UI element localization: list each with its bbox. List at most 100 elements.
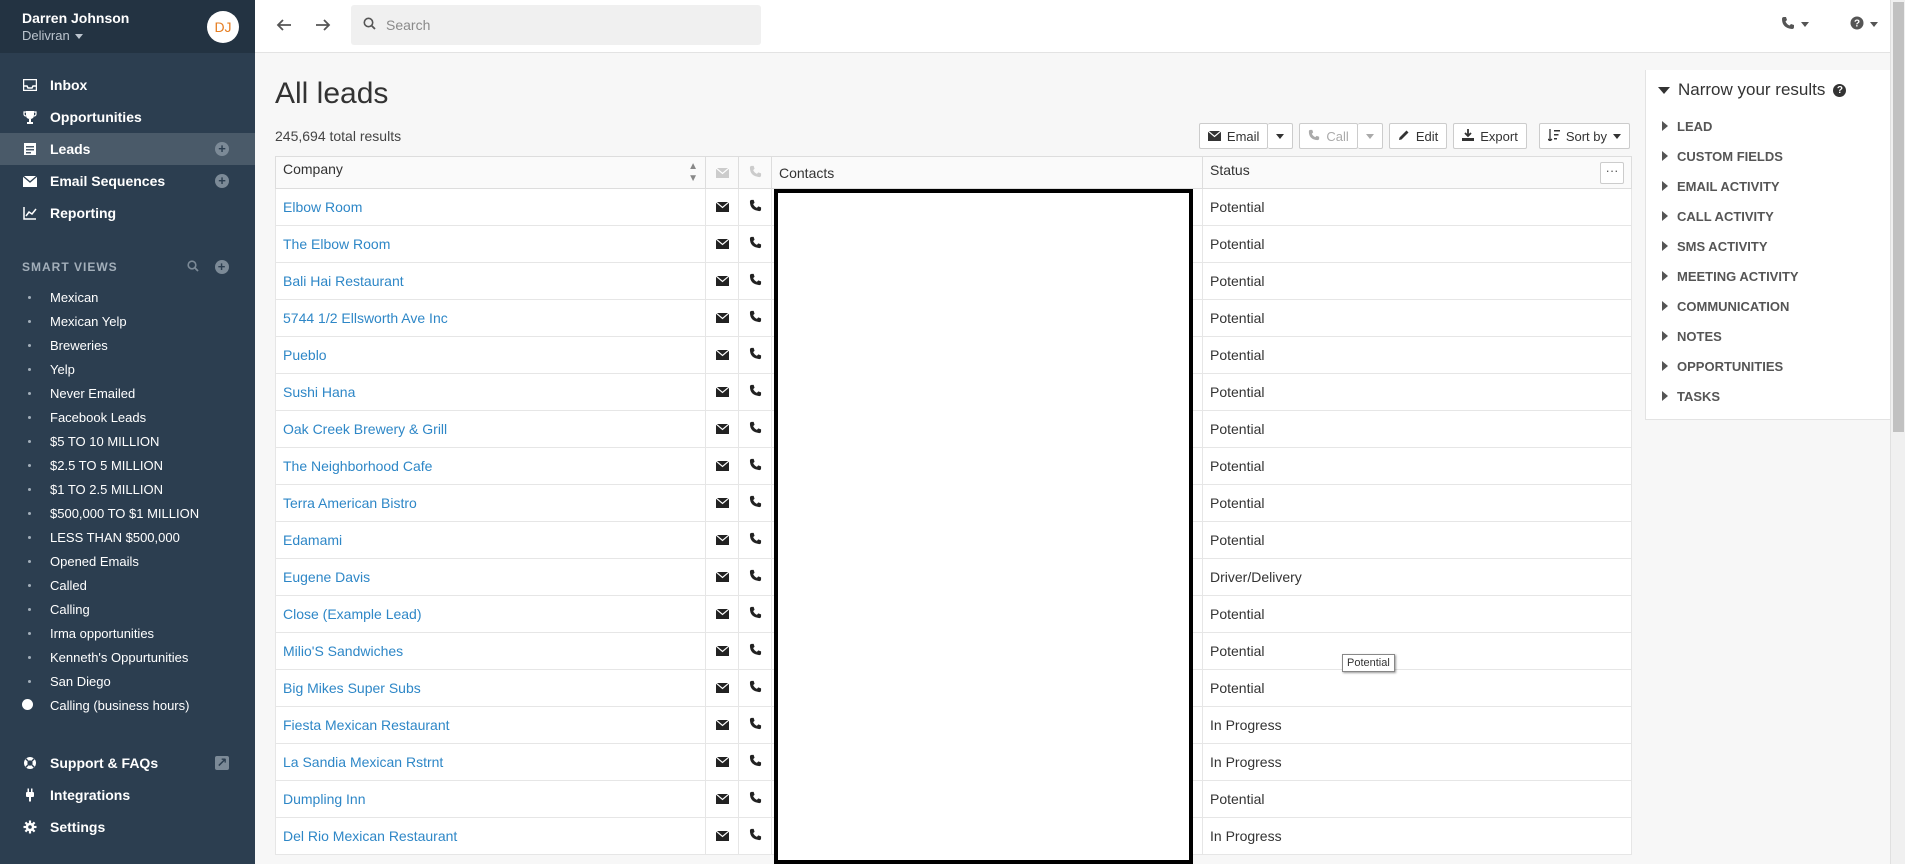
call-button[interactable]: Call bbox=[1299, 123, 1358, 149]
email-cell[interactable] bbox=[705, 521, 739, 559]
avatar[interactable]: DJ bbox=[207, 10, 239, 43]
scrollbar-thumb[interactable] bbox=[1893, 2, 1904, 432]
email-icon[interactable] bbox=[715, 754, 729, 770]
company-link[interactable]: Dumpling Inn bbox=[283, 791, 366, 807]
company-link[interactable]: Eugene Davis bbox=[283, 569, 370, 585]
phone-icon[interactable] bbox=[749, 754, 762, 770]
nav-reporting[interactable]: Reporting bbox=[0, 197, 255, 229]
call-cell[interactable] bbox=[738, 336, 772, 374]
phone-icon[interactable] bbox=[749, 236, 762, 252]
nav-leads[interactable]: Leads + bbox=[0, 133, 255, 165]
smart-view-item[interactable]: Mexican Yelp bbox=[0, 309, 255, 333]
help-icon[interactable]: ? bbox=[1833, 83, 1847, 97]
email-cell[interactable] bbox=[705, 669, 739, 707]
call-cell[interactable] bbox=[738, 373, 772, 411]
phone-icon[interactable] bbox=[749, 384, 762, 400]
nav-inbox[interactable]: Inbox bbox=[0, 69, 255, 101]
call-cell[interactable] bbox=[738, 521, 772, 559]
email-cell[interactable] bbox=[705, 595, 739, 633]
email-cell[interactable] bbox=[705, 706, 739, 744]
smart-view-item[interactable]: Kenneth's Oppurtunities bbox=[0, 645, 255, 669]
smart-view-item-scheduled[interactable]: Calling (business hours) bbox=[0, 693, 255, 717]
filter-panel-header[interactable]: Narrow your results ? bbox=[1646, 70, 1890, 100]
phone-icon[interactable] bbox=[749, 310, 762, 326]
email-icon[interactable] bbox=[715, 347, 729, 363]
email-cell[interactable] bbox=[705, 336, 739, 374]
email-button[interactable]: Email bbox=[1198, 123, 1269, 149]
email-cell[interactable] bbox=[705, 225, 739, 263]
phone-icon[interactable] bbox=[749, 273, 762, 289]
help-menu[interactable]: ? bbox=[1850, 16, 1878, 33]
call-cell[interactable] bbox=[738, 632, 772, 670]
smart-view-item[interactable]: Opened Emails bbox=[0, 549, 255, 573]
nav-integrations[interactable]: Integrations bbox=[0, 779, 255, 811]
smart-view-item[interactable]: LESS THAN $500,000 bbox=[0, 525, 255, 549]
add-lead-icon[interactable]: + bbox=[215, 142, 229, 156]
filter-section[interactable]: OPPORTUNITIES bbox=[1646, 351, 1890, 381]
phone-icon[interactable] bbox=[749, 199, 762, 215]
phone-icon[interactable] bbox=[749, 606, 762, 622]
edit-button[interactable]: Edit bbox=[1388, 123, 1448, 149]
email-icon[interactable] bbox=[715, 421, 729, 437]
email-cell[interactable] bbox=[705, 262, 739, 300]
call-cell[interactable] bbox=[738, 669, 772, 707]
user-menu[interactable]: Darren Johnson Delivran DJ bbox=[0, 0, 255, 53]
add-sequence-icon[interactable]: + bbox=[215, 174, 229, 188]
phone-icon[interactable] bbox=[749, 495, 762, 511]
smart-view-item[interactable]: $2.5 TO 5 MILLION bbox=[0, 453, 255, 477]
filter-section[interactable]: CUSTOM FIELDS bbox=[1646, 141, 1890, 171]
sort-by-button[interactable]: Sort by bbox=[1538, 123, 1630, 149]
forward-arrow-icon[interactable] bbox=[314, 16, 334, 36]
email-cell[interactable] bbox=[705, 817, 739, 855]
email-cell[interactable] bbox=[705, 447, 739, 485]
email-icon[interactable] bbox=[715, 236, 729, 252]
company-link[interactable]: The Neighborhood Cafe bbox=[283, 458, 432, 474]
email-icon[interactable] bbox=[715, 273, 729, 289]
phone-icon[interactable] bbox=[749, 828, 762, 844]
nav-email-sequences[interactable]: Email Sequences + bbox=[0, 165, 255, 197]
column-header-company[interactable]: Company ▲ ▼ bbox=[275, 156, 706, 189]
phone-icon[interactable] bbox=[749, 458, 762, 474]
filter-section[interactable]: NOTES bbox=[1646, 321, 1890, 351]
company-link[interactable]: Close (Example Lead) bbox=[283, 606, 422, 622]
smart-view-item[interactable]: San Diego bbox=[0, 669, 255, 693]
email-icon[interactable] bbox=[715, 717, 729, 733]
email-cell[interactable] bbox=[705, 484, 739, 522]
company-link[interactable]: Sushi Hana bbox=[283, 384, 355, 400]
search-input[interactable]: Search bbox=[351, 5, 761, 45]
phone-menu[interactable] bbox=[1781, 16, 1809, 33]
email-cell[interactable] bbox=[705, 780, 739, 818]
email-icon[interactable] bbox=[715, 458, 729, 474]
company-link[interactable]: Elbow Room bbox=[283, 199, 362, 215]
phone-icon[interactable] bbox=[749, 421, 762, 437]
smart-view-item[interactable]: Yelp bbox=[0, 357, 255, 381]
call-cell[interactable] bbox=[738, 410, 772, 448]
filter-section[interactable]: EMAIL ACTIVITY bbox=[1646, 171, 1890, 201]
phone-icon[interactable] bbox=[749, 532, 762, 548]
company-link[interactable]: Oak Creek Brewery & Grill bbox=[283, 421, 447, 437]
email-icon[interactable] bbox=[715, 199, 729, 215]
nav-settings[interactable]: Settings bbox=[0, 811, 255, 843]
call-cell[interactable] bbox=[738, 447, 772, 485]
company-link[interactable]: 5744 1/2 Ellsworth Ave Inc bbox=[283, 310, 448, 326]
phone-icon[interactable] bbox=[749, 643, 762, 659]
page-scrollbar[interactable] bbox=[1890, 0, 1905, 864]
email-icon[interactable] bbox=[715, 606, 729, 622]
filter-section[interactable]: TASKS bbox=[1646, 381, 1890, 411]
phone-icon[interactable] bbox=[749, 791, 762, 807]
company-link[interactable]: Terra American Bistro bbox=[283, 495, 417, 511]
company-link[interactable]: The Elbow Room bbox=[283, 236, 390, 252]
call-dropdown-button[interactable] bbox=[1357, 123, 1383, 149]
email-icon[interactable] bbox=[715, 791, 729, 807]
nav-opportunities[interactable]: Opportunities bbox=[0, 101, 255, 133]
filter-section[interactable]: CALL ACTIVITY bbox=[1646, 201, 1890, 231]
company-link[interactable]: Milio'S Sandwiches bbox=[283, 643, 403, 659]
export-button[interactable]: Export bbox=[1453, 123, 1527, 149]
email-cell[interactable] bbox=[705, 299, 739, 337]
company-link[interactable]: Big Mikes Super Subs bbox=[283, 680, 421, 696]
email-cell[interactable] bbox=[705, 558, 739, 596]
call-cell[interactable] bbox=[738, 299, 772, 337]
smart-view-item[interactable]: Irma opportunities bbox=[0, 621, 255, 645]
email-dropdown-button[interactable] bbox=[1268, 123, 1294, 149]
email-icon[interactable] bbox=[715, 828, 729, 844]
